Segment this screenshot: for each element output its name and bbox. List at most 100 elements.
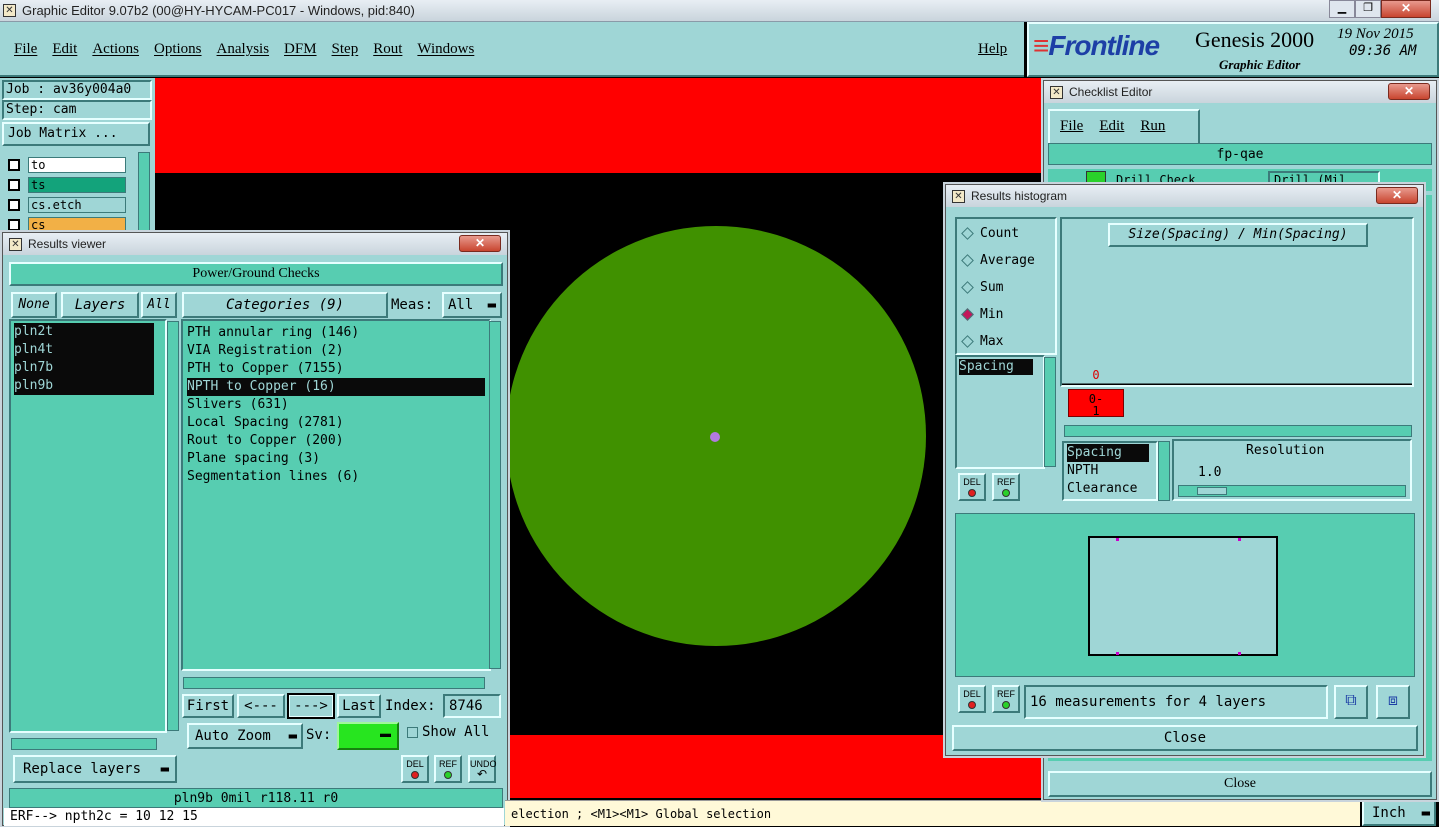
- histogram-list-item[interactable]: Spacing: [959, 359, 1033, 375]
- units-dropdown[interactable]: Inch ▬: [1362, 800, 1436, 826]
- categories-button[interactable]: Categories (9): [182, 292, 388, 318]
- category-list-item[interactable]: PTH to Copper (7155): [187, 360, 485, 378]
- categories-hscrollbar[interactable]: [183, 677, 485, 689]
- menu-item-analysis[interactable]: Analysis: [217, 41, 270, 58]
- layers-all-button[interactable]: All: [141, 292, 177, 318]
- show-all-checkbox[interactable]: [407, 727, 418, 738]
- index-input[interactable]: 8746: [443, 694, 501, 718]
- layer-checkbox[interactable]: [8, 159, 20, 171]
- mode-radio-max[interactable]: Max: [961, 331, 1049, 358]
- category-list-item[interactable]: VIA Registration (2): [187, 342, 485, 360]
- histogram-close-icon[interactable]: ✕: [1376, 187, 1418, 204]
- measure-type-item[interactable]: Clearance: [1067, 480, 1153, 498]
- histogram-del-button[interactable]: DEL: [958, 473, 986, 501]
- histogram-bottom-ref-button[interactable]: REF: [992, 685, 1020, 713]
- layer-checkbox[interactable]: [8, 199, 20, 211]
- next-button[interactable]: --->: [287, 693, 335, 719]
- del-button[interactable]: DEL: [401, 755, 429, 783]
- layer-list-item[interactable]: pln9b: [14, 377, 154, 395]
- layers-list-hscrollbar[interactable]: [11, 738, 157, 750]
- layers-button[interactable]: Layers: [61, 292, 139, 318]
- measure-type-item[interactable]: Spacing: [1067, 444, 1149, 462]
- frontline-logo: ≡Frontline: [1033, 30, 1160, 61]
- menu-item-windows[interactable]: Windows: [417, 41, 474, 58]
- mode-radio-min[interactable]: Min: [961, 304, 1049, 331]
- board-preview[interactable]: [1088, 536, 1278, 656]
- ref-label: REF: [439, 759, 457, 769]
- menu-item-dfm[interactable]: DFM: [284, 41, 317, 58]
- menu-item-edit[interactable]: Edit: [52, 41, 77, 58]
- category-list-item[interactable]: Rout to Copper (200): [187, 432, 485, 450]
- layer-list-item[interactable]: pln2t: [14, 323, 154, 341]
- menu-item-actions[interactable]: Actions: [92, 41, 139, 58]
- layer-list-item[interactable]: pln7b: [14, 359, 154, 377]
- layer-row[interactable]: cs.etch: [2, 196, 126, 214]
- category-list-item[interactable]: Segmentation lines (6): [187, 468, 485, 486]
- histogram-bottom-del-button[interactable]: DEL: [958, 685, 986, 713]
- preview-panel: [955, 513, 1415, 677]
- layers-list-items: pln2t pln4t pln7b pln9b: [11, 321, 165, 397]
- menu-item-rout[interactable]: Rout: [373, 41, 402, 58]
- close-icon[interactable]: ✕: [1381, 0, 1431, 18]
- time-label: 09:36 AM: [1349, 43, 1417, 59]
- category-list-item[interactable]: Slivers (631): [187, 396, 485, 414]
- checklist-menu-run[interactable]: Run: [1140, 118, 1165, 136]
- menu-help[interactable]: Help: [978, 41, 1007, 58]
- layer-checkbox[interactable]: [8, 219, 20, 231]
- prev-button[interactable]: <---: [237, 694, 285, 718]
- layer-list-item[interactable]: pln4t: [14, 341, 154, 359]
- checklist-close-button[interactable]: Close: [1048, 771, 1432, 797]
- job-matrix-button[interactable]: Job Matrix ...: [2, 122, 150, 146]
- histogram-list-scrollbar[interactable]: [1044, 357, 1056, 467]
- sv-color-dropdown[interactable]: ▬: [337, 722, 399, 750]
- mode-radio-sum[interactable]: Sum: [961, 277, 1049, 304]
- meas-dropdown[interactable]: All ▬: [442, 292, 502, 318]
- histogram-hscrollbar[interactable]: [1064, 425, 1412, 437]
- replace-layers-dropdown[interactable]: Replace layers ▬: [13, 755, 177, 783]
- layer-row[interactable]: ts: [2, 176, 126, 194]
- category-list-item[interactable]: Plane spacing (3): [187, 450, 485, 468]
- results-viewer-close-icon[interactable]: ✕: [459, 235, 501, 252]
- menu-item-step[interactable]: Step: [332, 41, 359, 58]
- measure-type-item[interactable]: NPTH: [1067, 462, 1153, 480]
- maximize-button[interactable]: ❐: [1355, 0, 1381, 18]
- categories-scrollbar[interactable]: [489, 321, 501, 669]
- measure-type-scrollbar[interactable]: [1158, 441, 1170, 501]
- first-button[interactable]: First: [182, 694, 234, 718]
- layer-checkbox[interactable]: [8, 179, 20, 191]
- layers-list-scrollbar[interactable]: [167, 321, 179, 731]
- zoom-out-icon[interactable]: ⧈: [1376, 685, 1410, 719]
- layers-none-button[interactable]: None: [11, 292, 57, 318]
- layer-list-scrollbar[interactable]: [138, 152, 150, 238]
- resolution-slider-thumb[interactable]: [1197, 487, 1227, 495]
- job-label: Job : av36y004a0: [2, 80, 152, 100]
- histogram-ref-button[interactable]: REF: [992, 473, 1020, 501]
- erf-line: ERF--> npth2c = 10 12 15: [4, 808, 504, 826]
- undo-button[interactable]: UNDO ↶: [468, 755, 497, 783]
- checklist-editor-close-icon[interactable]: ✕: [1388, 83, 1430, 100]
- menu-item-file[interactable]: File: [14, 41, 37, 58]
- radio-icon: [961, 281, 974, 294]
- menu-items: File Edit Actions Options Analysis DFM Step Rou…: [14, 41, 474, 58]
- minimize-button[interactable]: ▁: [1329, 0, 1355, 18]
- menu-item-options[interactable]: Options: [154, 41, 202, 58]
- category-list-item[interactable]: NPTH to Copper (16): [187, 378, 485, 396]
- checklist-menu-edit[interactable]: Edit: [1099, 118, 1124, 136]
- resolution-slider[interactable]: [1178, 485, 1406, 497]
- radio-icon: [961, 335, 974, 348]
- auto-zoom-dropdown[interactable]: Auto Zoom ▬: [187, 723, 303, 749]
- histogram-close-button[interactable]: Close: [952, 725, 1418, 751]
- prompt-line: election ; <M1><M1> Global selection: [505, 800, 1360, 826]
- zoom-in-icon[interactable]: ⧉: [1334, 685, 1368, 719]
- histogram-bin[interactable]: 0- 1: [1068, 389, 1124, 417]
- resolution-panel: Resolution 1.0: [1172, 439, 1412, 501]
- category-list-item[interactable]: PTH annular ring (146): [187, 324, 485, 342]
- layer-row[interactable]: to: [2, 156, 126, 174]
- ref-button[interactable]: REF: [434, 755, 462, 783]
- mode-radio-count[interactable]: Count: [961, 223, 1049, 250]
- prompt-text: election ; <M1><M1> Global selection: [511, 807, 772, 821]
- mode-radio-average[interactable]: Average: [961, 250, 1049, 277]
- last-button[interactable]: Last: [337, 694, 381, 718]
- checklist-menu-file[interactable]: File: [1060, 118, 1083, 136]
- category-list-item[interactable]: Local Spacing (2781): [187, 414, 485, 432]
